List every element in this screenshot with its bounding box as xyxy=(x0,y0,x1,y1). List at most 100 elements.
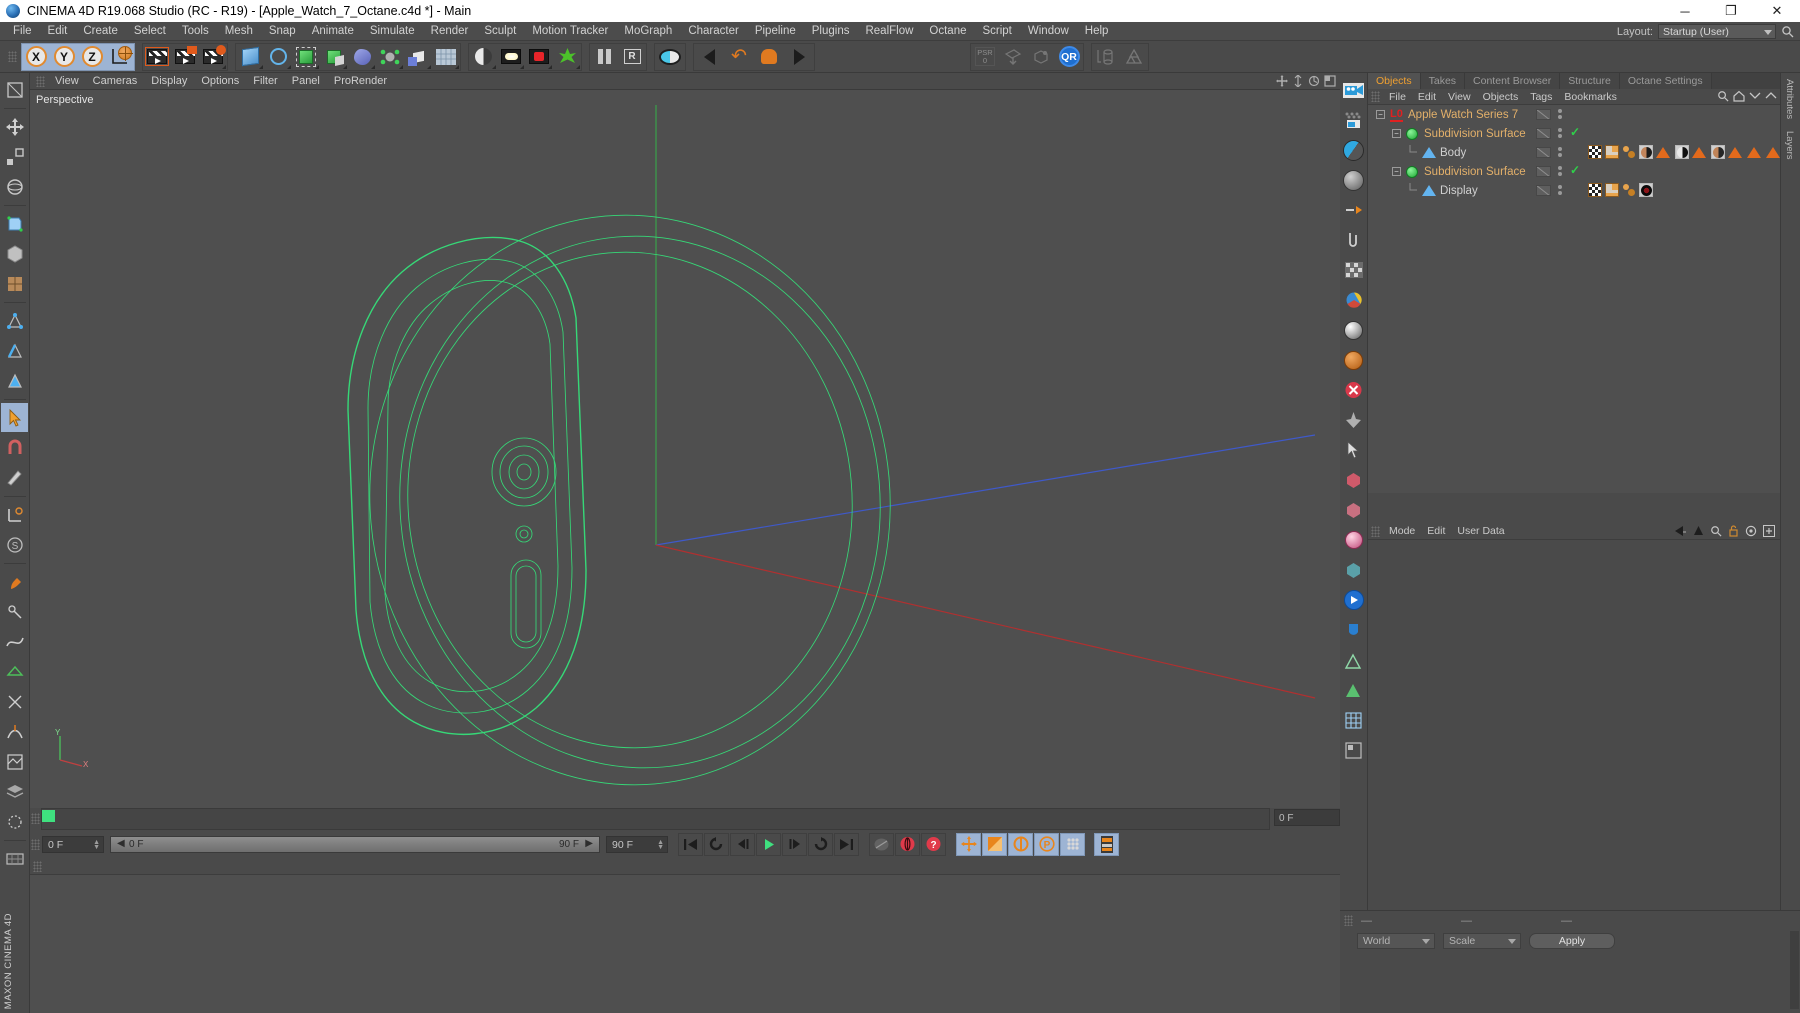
selection-tag-icon[interactable] xyxy=(1622,145,1636,159)
animbar-gripper[interactable] xyxy=(31,839,40,850)
timeline-frame-display[interactable]: 0 F xyxy=(1274,809,1340,826)
tab-takes[interactable]: Takes xyxy=(1421,73,1465,89)
menu-item-animate[interactable]: Animate xyxy=(304,22,362,41)
menu-item-mograph[interactable]: MoGraph xyxy=(616,22,680,41)
scene-grid-button[interactable] xyxy=(432,44,460,70)
next-button[interactable] xyxy=(784,44,814,70)
material-sphere-button[interactable] xyxy=(469,44,497,70)
attr-menu-edit[interactable]: Edit xyxy=(1421,523,1451,540)
transfer-button[interactable] xyxy=(999,44,1027,70)
color-wheel-button[interactable] xyxy=(1341,286,1367,314)
object-tree[interactable]: −L0Apple Watch Series 7−Subdivision Surf… xyxy=(1368,105,1780,493)
start-frame-field[interactable]: 0 F▲▼ xyxy=(42,836,104,853)
menu-item-help[interactable]: Help xyxy=(1077,22,1117,41)
timeline-ruler[interactable] xyxy=(41,808,1270,830)
snap-settings-button[interactable]: S xyxy=(1,530,28,559)
perspective-viewport[interactable]: Perspective xyxy=(30,90,1340,808)
rotate-view-icon[interactable] xyxy=(1308,75,1320,87)
vertical-tab-layers[interactable]: Layers xyxy=(1781,125,1798,166)
edge-mode-button[interactable] xyxy=(1,336,28,365)
material-menu-gripper[interactable] xyxy=(33,861,42,872)
om-menu-tags[interactable]: Tags xyxy=(1524,89,1558,105)
make-editable-button[interactable] xyxy=(1,209,28,238)
pin-button[interactable] xyxy=(1341,406,1367,434)
attribute-manager-body[interactable] xyxy=(1368,540,1780,813)
cube-teal-button[interactable] xyxy=(1341,556,1367,584)
cube-red-button[interactable] xyxy=(1341,466,1367,494)
previous-button[interactable] xyxy=(694,44,724,70)
viewport-menu-cameras[interactable]: Cameras xyxy=(86,73,145,90)
selection-triangle-tag-icon[interactable] xyxy=(1656,147,1670,158)
selection-tag-icon[interactable] xyxy=(1622,183,1636,197)
apply-button[interactable]: Apply xyxy=(1529,933,1615,949)
play-backwards-loop-button[interactable] xyxy=(704,833,729,856)
expander-collapse-icon[interactable]: − xyxy=(1376,110,1385,119)
object-row[interactable]: −Subdivision Surface✓ xyxy=(1368,124,1780,143)
sculpt-brush-button[interactable] xyxy=(1,567,28,596)
link-button[interactable] xyxy=(1341,196,1367,224)
magnet-tool-button[interactable] xyxy=(1,433,28,462)
go-to-start-button[interactable] xyxy=(678,833,703,856)
sculpt-layers-button[interactable] xyxy=(1,777,28,806)
viewport-menu-display[interactable]: Display xyxy=(144,73,194,90)
undo-button[interactable]: ↶ xyxy=(724,44,754,70)
viewport-menu-prorender[interactable]: ProRender xyxy=(327,73,394,90)
coordinate-system-dropdown[interactable]: World xyxy=(1357,933,1435,949)
mograph-button[interactable] xyxy=(376,44,404,70)
point-key-button[interactable] xyxy=(1060,833,1085,856)
deformer-button[interactable] xyxy=(348,44,376,70)
om-menu-file[interactable]: File xyxy=(1383,89,1412,105)
attr-menu-gripper[interactable] xyxy=(1371,526,1380,537)
realflow-button[interactable]: R xyxy=(618,44,646,70)
key-help-button[interactable]: ? xyxy=(921,833,946,856)
menu-item-edit[interactable]: Edit xyxy=(40,22,76,41)
pinch-tool-button[interactable] xyxy=(1,687,28,716)
rotation-key-button[interactable] xyxy=(1008,833,1033,856)
cursor-button[interactable] xyxy=(1341,436,1367,464)
model-mode-button[interactable] xyxy=(1,239,28,268)
live-selection-button[interactable] xyxy=(1,403,28,432)
tab-octane-settings[interactable]: Octane Settings xyxy=(1620,73,1712,89)
menu-item-render[interactable]: Render xyxy=(423,22,477,41)
menu-item-character[interactable]: Character xyxy=(680,22,747,41)
om-menu-edit[interactable]: Edit xyxy=(1412,89,1442,105)
visibility-dots[interactable] xyxy=(1558,166,1562,176)
coordinate-system-button[interactable] xyxy=(1,500,28,529)
om-menu-bookmarks[interactable]: Bookmarks xyxy=(1558,89,1623,105)
step-forward-button[interactable] xyxy=(782,833,807,856)
tab-structure[interactable]: Structure xyxy=(1560,73,1620,89)
uv-checker-tag-icon[interactable] xyxy=(1588,145,1602,159)
object-layer-swatch[interactable] xyxy=(1536,128,1551,139)
cube-pink-button[interactable] xyxy=(1341,496,1367,524)
back-arrow-icon[interactable] xyxy=(1674,525,1687,537)
texture-axis-tool-button[interactable] xyxy=(1,75,28,104)
home-icon[interactable] xyxy=(1733,90,1745,102)
delete-button[interactable] xyxy=(1341,376,1367,404)
render-region-button[interactable] xyxy=(171,44,199,70)
vertical-tab-attributes[interactable]: Attributes xyxy=(1781,73,1798,125)
viewport-menu-filter[interactable]: Filter xyxy=(246,73,284,90)
menu-item-script[interactable]: Script xyxy=(974,22,1019,41)
expander-collapse-icon[interactable]: − xyxy=(1392,129,1401,138)
material-preview-button[interactable] xyxy=(1341,136,1367,164)
menu-item-window[interactable]: Window xyxy=(1020,22,1077,41)
menu-item-file[interactable]: File xyxy=(5,22,40,41)
target-icon[interactable] xyxy=(1745,525,1757,537)
coords-scrollbar[interactable] xyxy=(1790,931,1799,1009)
menu-item-pipeline[interactable]: Pipeline xyxy=(747,22,804,41)
scale-tool-button[interactable] xyxy=(1,142,28,171)
globe-shader-button[interactable] xyxy=(1341,346,1367,374)
object-row[interactable]: −Subdivision Surface✓ xyxy=(1368,162,1780,181)
selection-triangle-tag-icon[interactable] xyxy=(1766,147,1780,158)
octane-live-button[interactable] xyxy=(1341,586,1367,614)
quick-render-button[interactable]: QR xyxy=(1055,44,1083,70)
y-axis-lock-button[interactable]: Y xyxy=(50,44,78,70)
amplify-tool-button[interactable] xyxy=(1,717,28,746)
material-tag-icon[interactable] xyxy=(1711,145,1725,159)
object-layer-swatch[interactable] xyxy=(1536,185,1551,196)
material-tag-icon[interactable] xyxy=(1639,183,1653,197)
menu-item-tools[interactable]: Tools xyxy=(174,22,217,41)
menu-item-mesh[interactable]: Mesh xyxy=(217,22,261,41)
maximize-view-icon[interactable] xyxy=(1324,75,1336,87)
zoom-view-icon[interactable] xyxy=(1292,75,1304,87)
